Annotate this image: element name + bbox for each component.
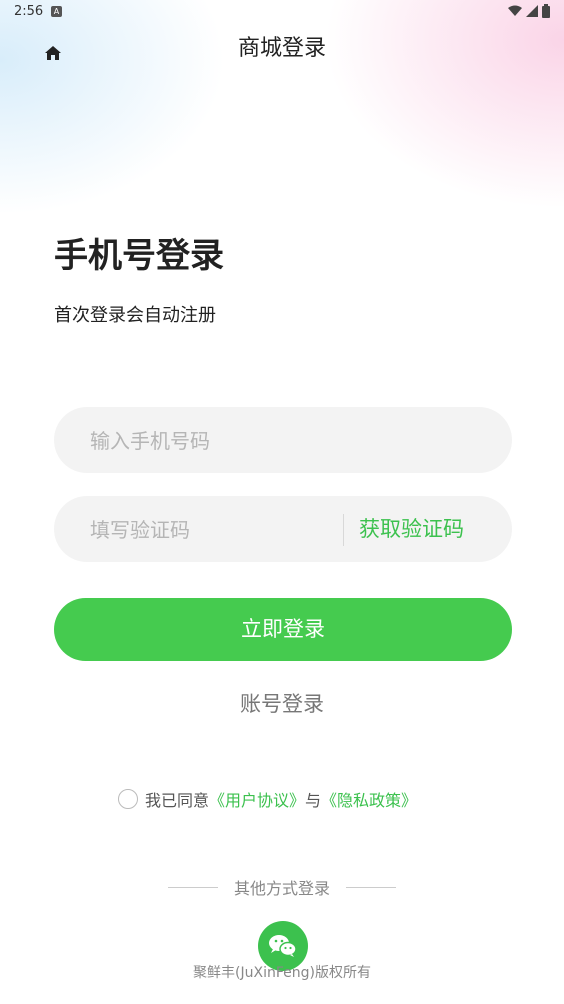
agree-prefix: 我已同意 bbox=[145, 791, 210, 810]
status-time: 2:56 bbox=[14, 4, 44, 19]
status-bar: 2:56 A bbox=[0, 0, 564, 24]
divider-line-right bbox=[346, 886, 396, 888]
phone-field bbox=[54, 407, 512, 475]
battery-icon bbox=[542, 4, 550, 18]
wifi-icon bbox=[508, 5, 522, 16]
page-title: 商城登录 bbox=[237, 36, 326, 61]
code-field: 获取验证码 bbox=[54, 496, 512, 564]
field-divider bbox=[343, 514, 344, 546]
user-agreement-link[interactable]: 《用户协议》 bbox=[209, 787, 305, 811]
agree-checkbox[interactable] bbox=[118, 789, 138, 809]
signal-icon bbox=[526, 5, 538, 17]
agree-joiner: 与 bbox=[305, 791, 322, 810]
verification-code-input[interactable] bbox=[88, 496, 332, 564]
get-code-button[interactable]: 获取验证码 bbox=[359, 496, 464, 562]
notification-a-icon: A bbox=[51, 6, 62, 17]
divider-line-left bbox=[167, 886, 218, 888]
copyright-text: 聚鲜丰(JuXinFeng)版权所有 bbox=[193, 965, 371, 981]
phone-input[interactable] bbox=[88, 407, 482, 475]
auto-register-hint: 首次登录会自动注册 bbox=[54, 305, 216, 326]
other-login-divider: 其他方式登录 bbox=[0, 875, 564, 899]
agreement-row: 我已同意 《用户协议》 与 《隐私政策》 bbox=[118, 787, 417, 811]
privacy-policy-link[interactable]: 《隐私政策》 bbox=[321, 787, 417, 811]
login-button[interactable]: 立即登录 bbox=[54, 598, 512, 661]
account-login-link[interactable]: 账号登录 bbox=[0, 688, 564, 718]
login-headline: 手机号登录 bbox=[54, 236, 224, 276]
header-gradient-background bbox=[0, 0, 564, 420]
status-icons bbox=[508, 4, 550, 18]
other-login-label: 其他方式登录 bbox=[233, 879, 330, 898]
